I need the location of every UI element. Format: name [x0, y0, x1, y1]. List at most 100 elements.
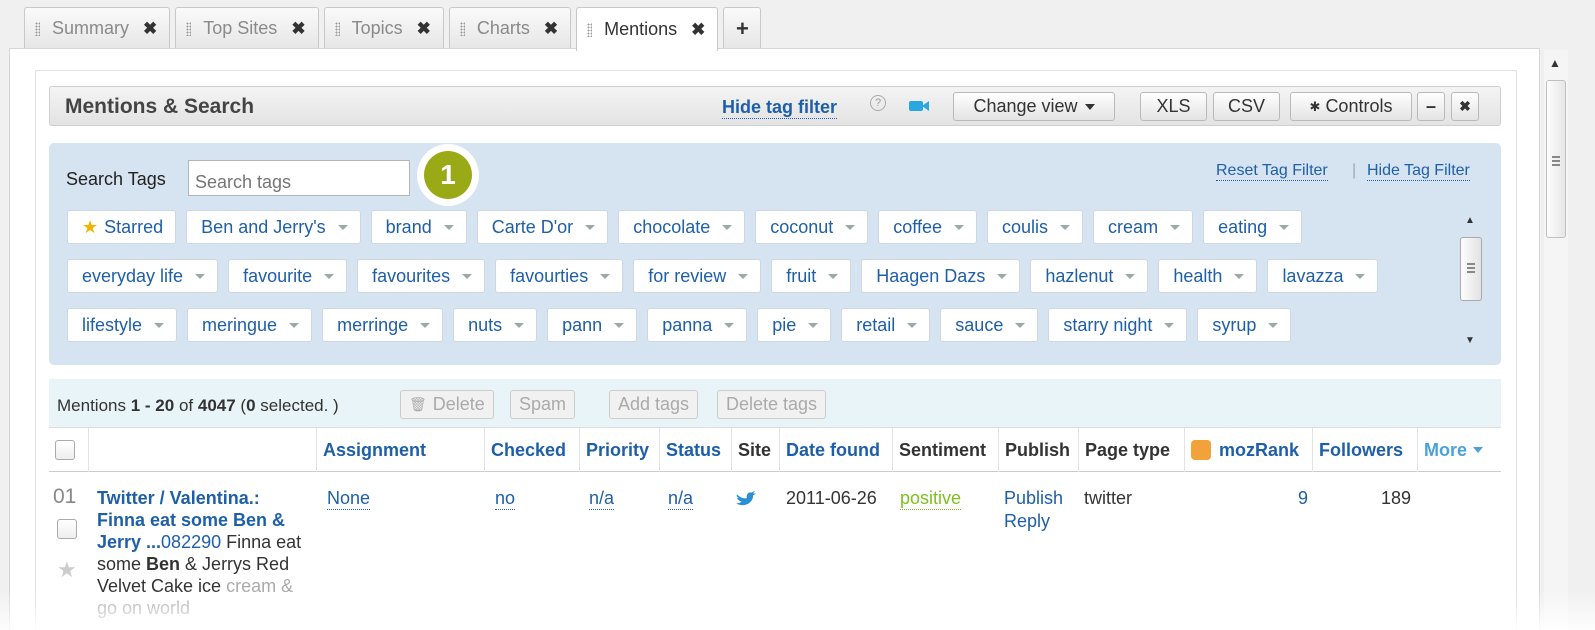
dropdown-icon[interactable]: [443, 224, 454, 230]
change-view-button[interactable]: Change view: [953, 92, 1115, 121]
tag-chip[interactable]: pann: [547, 308, 638, 342]
tag-chip[interactable]: health: [1158, 259, 1258, 293]
minimize-button[interactable]: –: [1417, 92, 1445, 121]
tag-chip[interactable]: sauce: [940, 308, 1039, 342]
video-camera-icon[interactable]: [909, 101, 929, 111]
mention-id-link[interactable]: 082290: [161, 532, 221, 552]
tag-chip[interactable]: syrup: [1197, 308, 1292, 342]
page-scrollbar[interactable]: ▲: [1544, 50, 1568, 630]
tab-mentions[interactable]: Mentions ✖: [576, 7, 719, 51]
add-tags-button[interactable]: Add tags: [609, 390, 699, 419]
spam-button[interactable]: Spam: [510, 390, 576, 419]
dropdown-icon[interactable]: [722, 224, 733, 230]
dropdown-icon[interactable]: [1015, 322, 1026, 328]
tab-charts[interactable]: Charts ✖: [448, 7, 572, 49]
tag-chip[interactable]: lavazza: [1267, 259, 1379, 293]
dropdown-icon[interactable]: [600, 273, 611, 279]
select-all-checkbox[interactable]: [55, 440, 75, 460]
tag-chip[interactable]: panna: [647, 308, 748, 342]
tag-list-scrollbar[interactable]: ▲ ▼: [1456, 207, 1484, 357]
tag-chip[interactable]: everyday life: [67, 259, 219, 293]
close-widget-button[interactable]: ✖: [1451, 92, 1479, 121]
tag-chip[interactable]: favourties: [495, 259, 624, 293]
dropdown-icon[interactable]: [954, 224, 965, 230]
tab-topics[interactable]: Topics ✖: [323, 7, 444, 49]
close-icon[interactable]: ✖: [403, 19, 431, 39]
dropdown-icon[interactable]: [585, 224, 596, 230]
dropdown-icon[interactable]: [324, 273, 335, 279]
tag-chip[interactable]: fruit: [771, 259, 852, 293]
hide-tag-filter-link-secondary[interactable]: Hide Tag Filter: [1367, 162, 1470, 181]
dropdown-icon[interactable]: [337, 224, 348, 230]
dropdown-icon[interactable]: [614, 322, 625, 328]
delete-button[interactable]: 🗑 Delete: [400, 390, 494, 419]
sentiment-value[interactable]: positive: [900, 487, 962, 510]
tag-chip[interactable]: coffee: [878, 210, 978, 244]
dropdown-icon[interactable]: [1164, 322, 1175, 328]
dropdown-icon[interactable]: [907, 322, 918, 328]
drag-grip-icon[interactable]: [459, 21, 465, 36]
xls-button[interactable]: XLS: [1140, 92, 1207, 121]
dropdown-icon[interactable]: [1279, 224, 1290, 230]
dropdown-icon[interactable]: [1125, 273, 1136, 279]
tag-chip[interactable]: hazlenut: [1030, 259, 1149, 293]
dropdown-icon[interactable]: [1170, 224, 1181, 230]
dropdown-icon[interactable]: [462, 273, 473, 279]
dropdown-icon[interactable]: [154, 322, 165, 328]
close-icon[interactable]: ✖: [277, 19, 305, 39]
priority-value[interactable]: n/a: [589, 487, 615, 510]
tag-chip[interactable]: eating: [1203, 210, 1303, 244]
search-tags-input[interactable]: [188, 160, 410, 196]
tag-chip[interactable]: favourites: [357, 259, 486, 293]
tag-chip[interactable]: Ben and Jerry's: [186, 210, 361, 244]
tag-chip[interactable]: lifestyle: [67, 308, 178, 342]
close-icon[interactable]: ✖: [129, 19, 157, 39]
tag-chip[interactable]: merringe: [322, 308, 444, 342]
delete-tags-button[interactable]: Delete tags: [717, 390, 827, 419]
scrollbar-thumb[interactable]: [1460, 237, 1482, 301]
status-value[interactable]: n/a: [668, 487, 694, 510]
column-followers[interactable]: Followers: [1313, 428, 1418, 472]
row-checkbox[interactable]: [57, 519, 77, 539]
column-priority[interactable]: Priority: [580, 428, 660, 472]
dropdown-icon[interactable]: [1355, 273, 1366, 279]
scrollbar-thumb[interactable]: [1546, 80, 1566, 238]
reset-tag-filter-link[interactable]: Reset Tag Filter: [1216, 162, 1328, 181]
help-icon[interactable]: ?: [870, 95, 886, 111]
tag-chip[interactable]: starry night: [1048, 308, 1188, 342]
publish-link[interactable]: Publish: [1004, 487, 1063, 509]
close-icon[interactable]: ✖: [530, 19, 558, 39]
add-tab-button[interactable]: +: [723, 7, 762, 49]
column-date-found[interactable]: Date found: [780, 428, 893, 472]
scroll-up-icon[interactable]: ▲: [1465, 215, 1475, 226]
dropdown-icon[interactable]: [1060, 224, 1071, 230]
drag-grip-icon[interactable]: [186, 21, 192, 36]
tag-chip[interactable]: brand: [370, 210, 467, 244]
tag-chip[interactable]: cream: [1093, 210, 1194, 244]
tab-top-sites[interactable]: Top Sites ✖: [175, 7, 319, 49]
dropdown-icon[interactable]: [997, 273, 1008, 279]
dropdown-icon[interactable]: [420, 322, 431, 328]
scroll-up-icon[interactable]: ▲: [1549, 56, 1561, 70]
hide-tag-filter-link[interactable]: Hide tag filter: [722, 97, 838, 119]
controls-button[interactable]: ✱ Controls: [1290, 92, 1412, 121]
tag-chip[interactable]: coconut: [755, 210, 869, 244]
tag-chip[interactable]: meringue: [187, 308, 313, 342]
tag-chip[interactable]: Haagen Dazs: [861, 259, 1021, 293]
column-mozrank[interactable]: mozRank: [1185, 428, 1313, 472]
tab-summary[interactable]: Summary ✖: [24, 7, 171, 49]
dropdown-icon[interactable]: [1268, 322, 1279, 328]
tag-chip[interactable]: favourite: [228, 259, 348, 293]
dropdown-icon[interactable]: [808, 322, 819, 328]
reply-link[interactable]: Reply: [1004, 510, 1050, 532]
drag-grip-icon[interactable]: [334, 21, 340, 36]
dropdown-icon[interactable]: [724, 322, 735, 328]
tag-chip[interactable]: retail: [841, 308, 931, 342]
checked-value[interactable]: no: [495, 487, 516, 510]
close-icon[interactable]: ✖: [677, 20, 705, 40]
csv-button[interactable]: CSV: [1213, 92, 1280, 121]
tag-chip[interactable]: coulis: [987, 210, 1084, 244]
tag-chip[interactable]: nuts: [453, 308, 538, 342]
column-status[interactable]: Status: [660, 428, 732, 472]
dropdown-icon[interactable]: [289, 322, 300, 328]
